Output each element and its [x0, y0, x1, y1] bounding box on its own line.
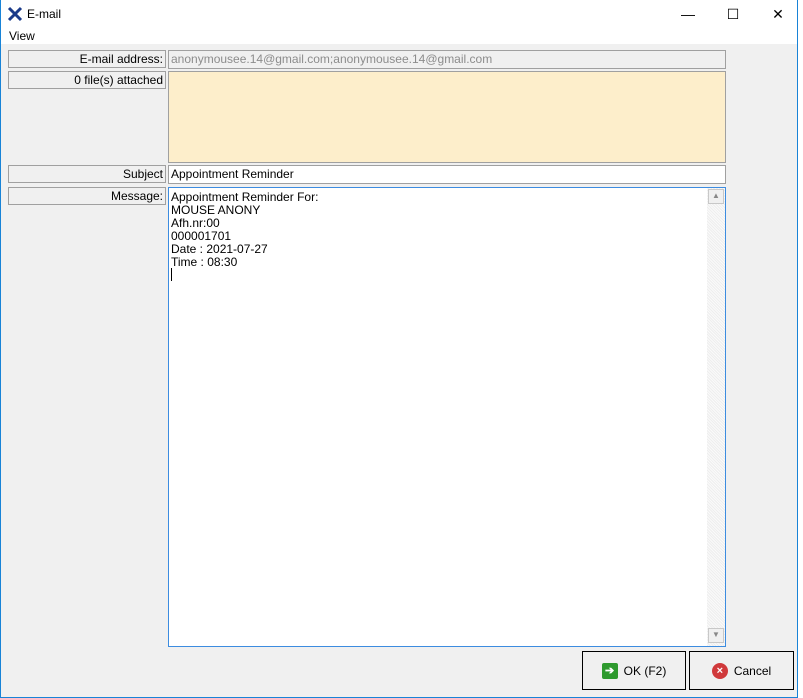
text-caret	[171, 268, 172, 282]
close-button[interactable]: ✕	[755, 0, 801, 28]
subject-label: Subject	[8, 165, 166, 183]
email-window: E-mail — ☐ ✕ View E-mail address: anonym…	[0, 0, 798, 698]
window-title: E-mail	[27, 7, 62, 21]
attachments-area[interactable]	[168, 71, 726, 163]
menu-view[interactable]: View	[9, 29, 35, 43]
message-scrollbar[interactable]: ▲ ▼	[707, 188, 725, 646]
ok-label: OK (F2)	[623, 663, 667, 678]
subject-input[interactable]: Appointment Reminder	[168, 165, 726, 184]
email-address-label: E-mail address:	[8, 50, 166, 68]
scroll-up-icon[interactable]: ▲	[708, 189, 724, 204]
message-textarea[interactable]: Appointment Reminder For: MOUSE ANONY Af…	[168, 187, 726, 647]
scroll-down-icon[interactable]: ▼	[708, 628, 724, 643]
message-text: Appointment Reminder For: MOUSE ANONY Af…	[171, 190, 319, 269]
email-address-field[interactable]: anonymousee.14@gmail.com;anonymousee.14@…	[168, 50, 726, 69]
ok-button[interactable]: ➔ OK (F2)	[582, 651, 686, 690]
message-label: Message:	[8, 187, 166, 205]
title-bar: E-mail — ☐ ✕	[1, 0, 797, 28]
minimize-button[interactable]: —	[665, 0, 711, 28]
app-icon	[7, 6, 23, 22]
cancel-label: Cancel	[733, 663, 772, 678]
cancel-button[interactable]: × Cancel	[689, 651, 794, 690]
maximize-button[interactable]: ☐	[710, 0, 756, 28]
attachments-label[interactable]: 0 file(s) attached	[8, 71, 166, 89]
arrow-right-icon: ➔	[601, 662, 618, 679]
menu-bar: View	[1, 28, 797, 44]
cancel-x-icon: ×	[711, 662, 728, 679]
